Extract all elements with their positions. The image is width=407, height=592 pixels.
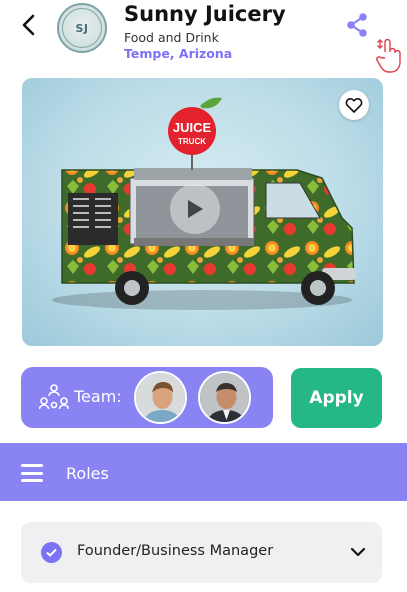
apply-button[interactable]: Apply bbox=[291, 368, 382, 428]
header: SJ Sunny Juicery Food and Drink Tempe, A… bbox=[0, 0, 407, 73]
play-video-button[interactable] bbox=[170, 184, 220, 234]
share-icon bbox=[347, 13, 367, 37]
roles-title: Roles bbox=[66, 464, 109, 483]
person-photo-icon bbox=[136, 373, 185, 422]
favorite-button[interactable] bbox=[339, 90, 369, 120]
business-logo: SJ bbox=[57, 3, 107, 53]
team-icon bbox=[39, 384, 69, 410]
heart-icon bbox=[345, 98, 363, 113]
business-initials: SJ bbox=[62, 8, 102, 48]
business-location: Tempe, Arizona bbox=[124, 46, 233, 61]
chevron-left-icon bbox=[22, 14, 35, 36]
truck-sign-line1: JUICE bbox=[173, 120, 212, 135]
role-item[interactable]: Founder/Business Manager bbox=[21, 522, 382, 583]
role-label: Founder/Business Manager bbox=[77, 543, 274, 559]
back-button[interactable] bbox=[14, 10, 42, 40]
person-photo-icon bbox=[200, 373, 249, 422]
truck-sign-line2: TRUCK bbox=[178, 137, 206, 146]
chevron-down-icon[interactable] bbox=[350, 544, 366, 560]
hero-image[interactable]: JUICE TRUCK bbox=[22, 78, 383, 346]
team-member-avatar[interactable] bbox=[134, 371, 187, 424]
team-label: Team: bbox=[74, 387, 122, 406]
menu-icon[interactable] bbox=[21, 464, 43, 482]
play-icon bbox=[188, 200, 203, 218]
team-button[interactable]: Team: bbox=[21, 367, 273, 428]
roles-header: Roles bbox=[0, 443, 407, 501]
share-button[interactable] bbox=[344, 12, 370, 38]
check-circle-icon bbox=[41, 542, 62, 563]
hand-pointer-icon bbox=[376, 38, 401, 73]
business-category: Food and Drink bbox=[124, 30, 219, 45]
team-member-avatar[interactable] bbox=[198, 371, 251, 424]
business-name: Sunny Juicery bbox=[124, 2, 286, 26]
